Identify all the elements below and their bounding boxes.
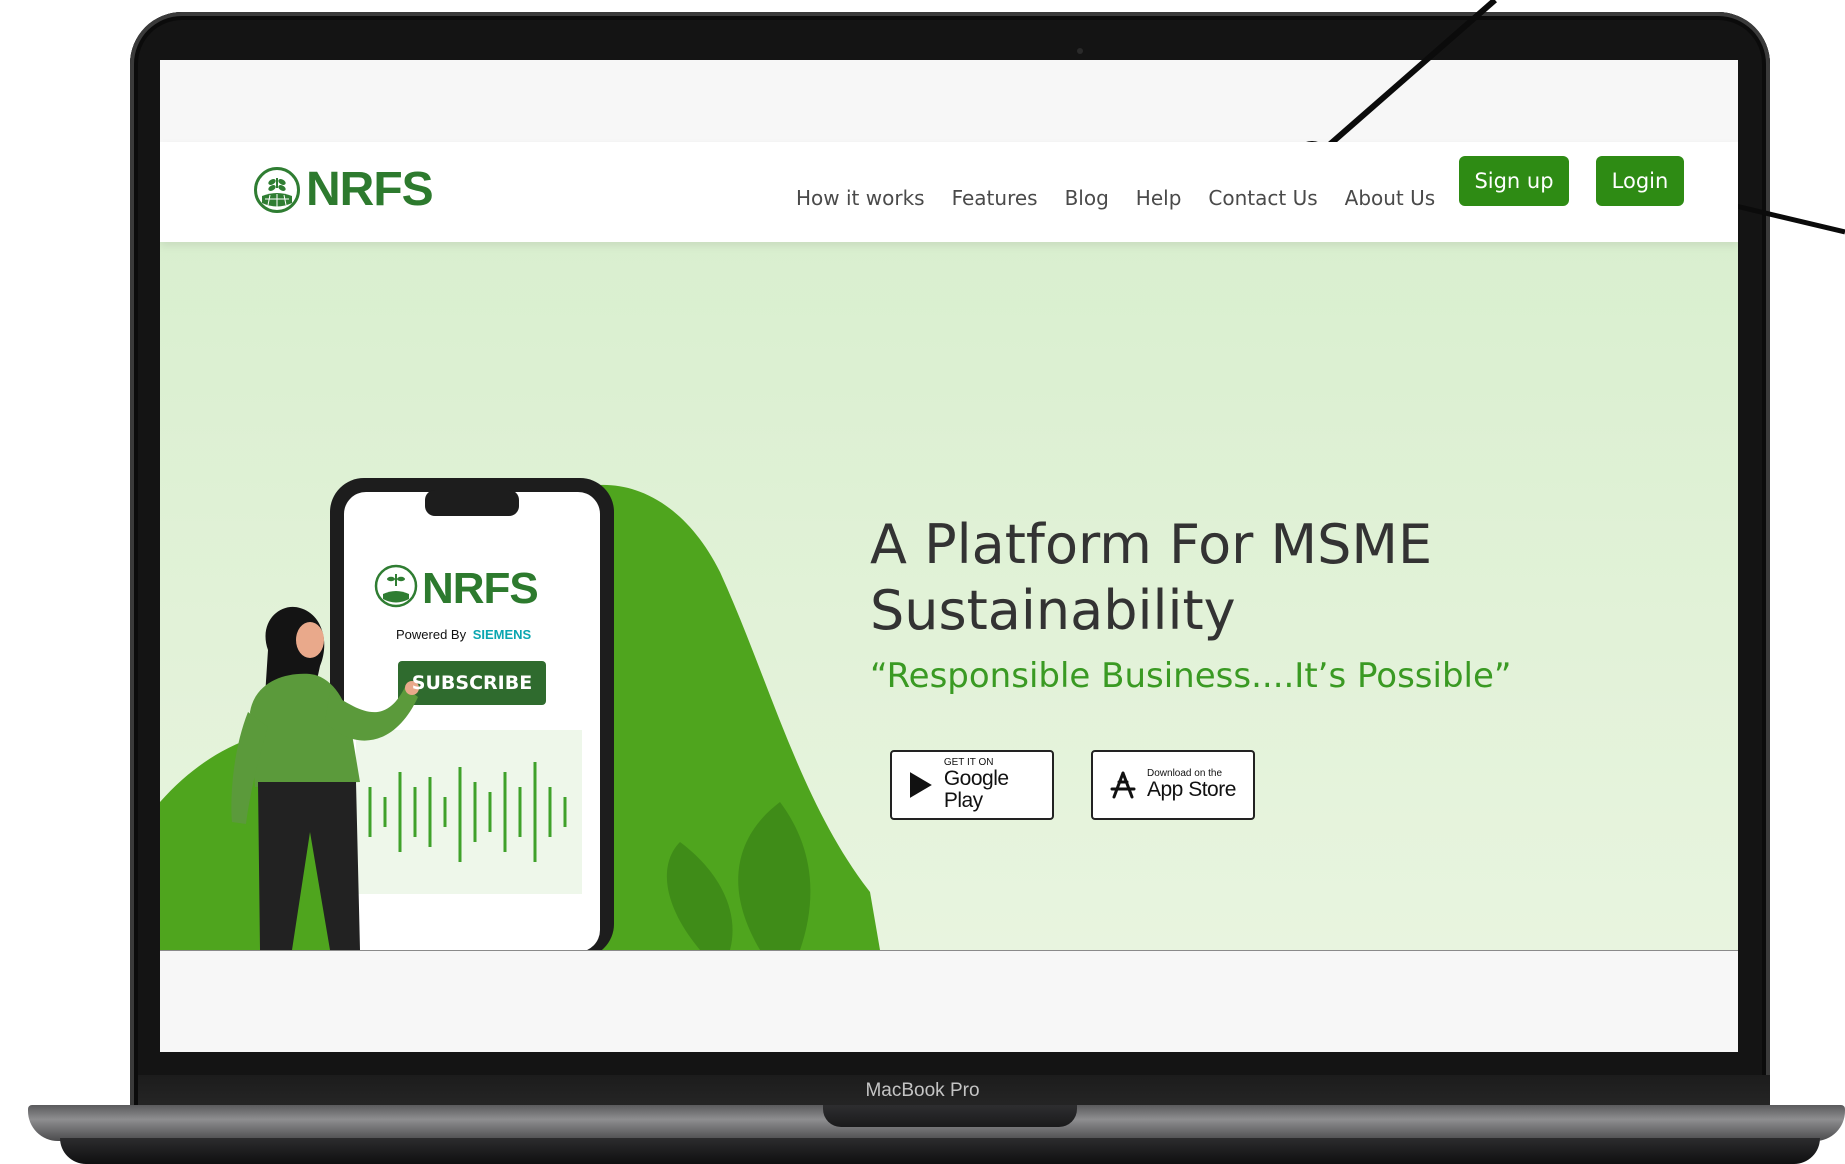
top-strip [160,60,1738,142]
camera-icon [1077,48,1083,54]
subscribe-button[interactable]: SUBSCRIBE [398,661,546,705]
device-label: MacBook Pro [865,1080,980,1101]
logo-text: NRFS [306,163,434,216]
phone-notch [425,490,519,516]
below-hero-strip [160,950,1738,1052]
google-play-big: Google Play [943,767,1009,812]
headline-line-2: Sustainability [870,579,1236,642]
screen: NRFS How it works Features Blog Help Con… [160,60,1738,1052]
app-store-button[interactable]: Download on the App Store [1091,750,1255,820]
app-store-big: App Store [1147,778,1236,801]
phone-logo-text: NRFS [422,564,539,613]
powered-by-label: Powered By [396,627,467,642]
hero-tagline: “Responsible Business....It’s Possible” [870,656,1512,696]
nav-blog[interactable]: Blog [1065,186,1109,210]
nav-links: How it works Features Blog Help Contact … [796,186,1462,210]
nav-about-us[interactable]: About Us [1345,186,1436,210]
app-store-icon [1110,771,1136,799]
google-play-button[interactable]: GET IT ON Google Play [890,750,1054,820]
laptop-notch [823,1105,1077,1127]
nav-help[interactable]: Help [1136,186,1182,210]
site-logo[interactable]: NRFS [254,162,434,217]
powered-by-text: Powered By SIEMENS [396,627,531,642]
login-button[interactable]: Login [1596,156,1684,206]
nav-features[interactable]: Features [952,186,1038,210]
hero-section: NRFS Powered By SIEMENS SUBSCRIBE A Plat… [160,242,1738,950]
hero-headline: A Platform For MSME Sustainability [870,512,1570,644]
siemens-brand: SIEMENS [472,627,532,642]
play-store-icon [909,772,932,798]
laptop-base-bottom [60,1138,1820,1164]
waveform-panel [356,730,582,894]
nav-how-it-works[interactable]: How it works [796,186,925,210]
logo-icon [254,166,300,213]
signup-button[interactable]: Sign up [1459,156,1569,206]
headline-line-1: A Platform For MSME [870,513,1433,576]
nav-contact-us[interactable]: Contact Us [1208,186,1317,210]
